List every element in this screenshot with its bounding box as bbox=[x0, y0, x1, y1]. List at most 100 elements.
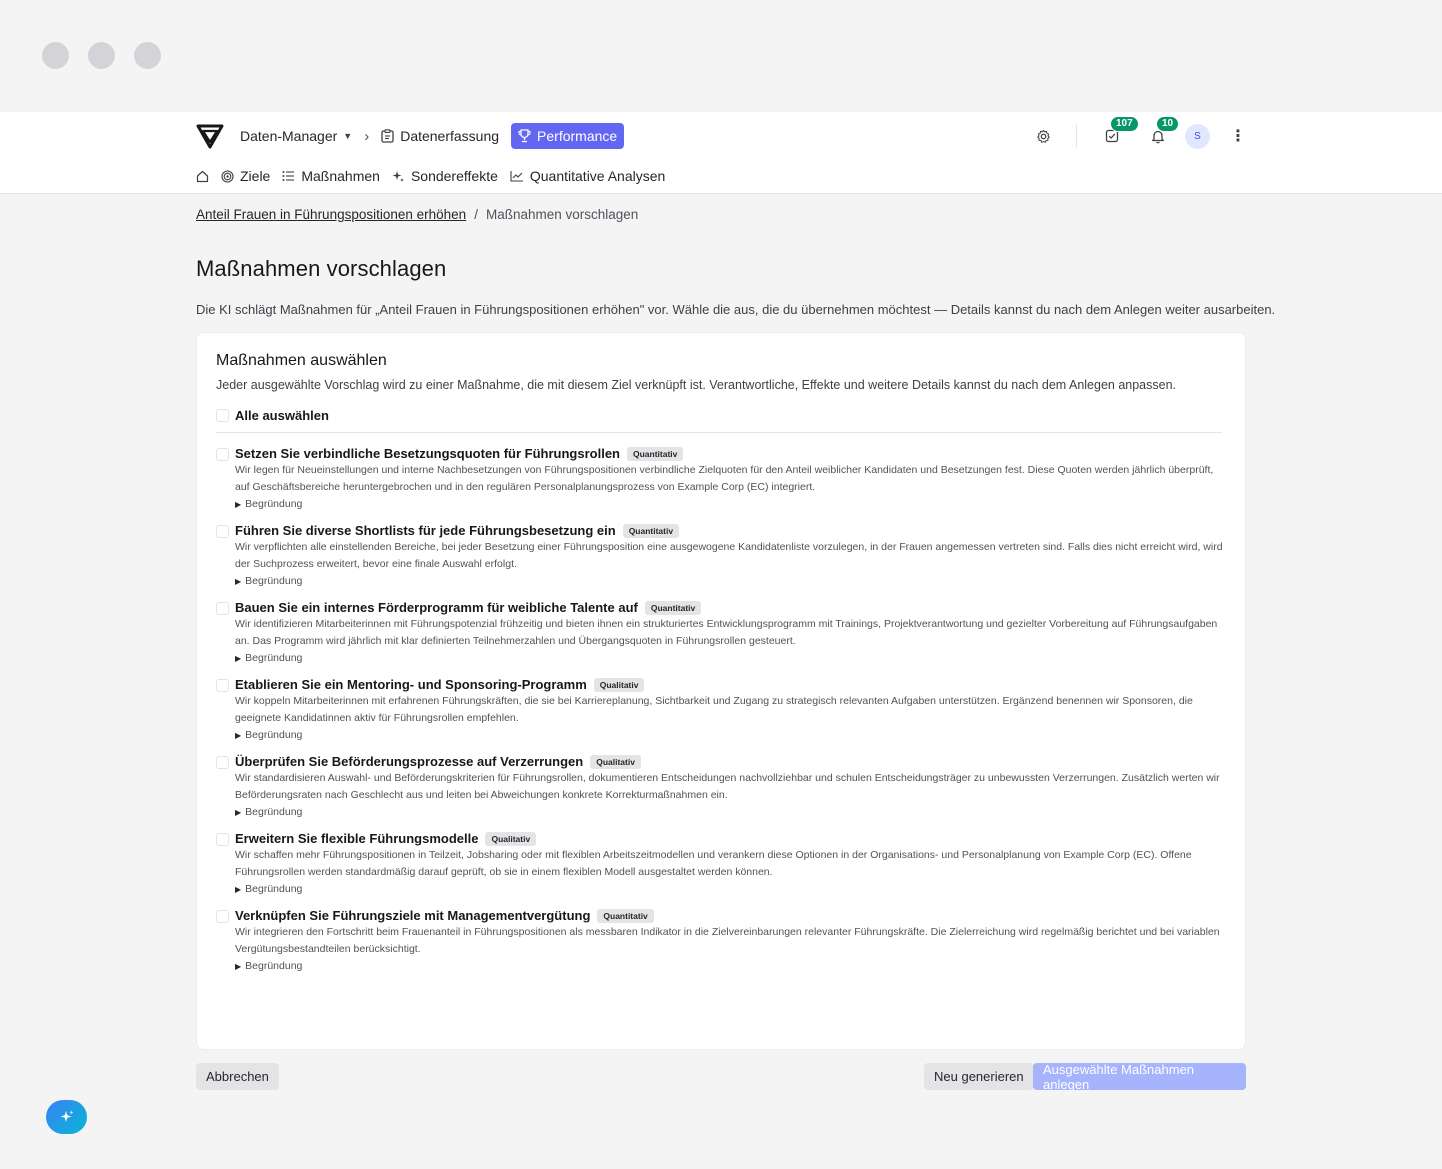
app-logo-icon[interactable] bbox=[196, 123, 224, 149]
list-item: Setzen Sie verbindliche Besetzungsquoten… bbox=[216, 446, 1226, 510]
measure-title: Erweitern Sie flexible Führungsmodelle bbox=[235, 831, 479, 846]
nav-item-massnahmen[interactable]: Maßnahmen bbox=[282, 168, 380, 184]
measure-description: Wir standardisieren Auswahl- und Beförde… bbox=[235, 772, 1220, 801]
window-dot[interactable] bbox=[42, 42, 69, 69]
select-all-row[interactable]: Alle auswählen bbox=[216, 408, 1222, 433]
top-navigation: Daten-Manager ▼ › Datenerfassung Perform… bbox=[0, 112, 1442, 194]
measure-type-badge: Qualitativ bbox=[485, 831, 537, 846]
card-title: Maßnahmen auswählen bbox=[216, 352, 387, 369]
chevron-right-icon: › bbox=[364, 127, 370, 145]
window-controls bbox=[42, 42, 161, 69]
nav-item-sondereffekte[interactable]: Sondereffekte bbox=[392, 168, 498, 184]
measure-checkbox[interactable] bbox=[216, 833, 229, 846]
data-manager-label: Daten-Manager bbox=[240, 128, 338, 144]
regenerate-button[interactable]: Neu generieren bbox=[924, 1063, 1034, 1090]
measure-checkbox[interactable] bbox=[216, 525, 229, 538]
datenerfassung-link[interactable]: Datenerfassung bbox=[381, 128, 499, 144]
performance-tab[interactable]: Performance bbox=[511, 123, 625, 149]
reason-toggle[interactable]: ▶ Begründung bbox=[235, 806, 1226, 818]
reason-label: Begründung bbox=[245, 883, 303, 895]
reason-toggle[interactable]: ▶ Begründung bbox=[235, 960, 1226, 972]
list-item: Etablieren Sie ein Mentoring- und Sponso… bbox=[216, 677, 1226, 741]
measure-checkbox[interactable] bbox=[216, 602, 229, 615]
reason-label: Begründung bbox=[245, 806, 303, 818]
list-icon bbox=[282, 171, 295, 181]
triangle-right-icon: ▶ bbox=[235, 961, 242, 971]
nav-item-label: Quantitative Analysen bbox=[529, 168, 666, 184]
trophy-icon bbox=[518, 129, 531, 143]
reason-label: Begründung bbox=[245, 498, 303, 510]
avatar[interactable]: S bbox=[1185, 123, 1210, 149]
nav-item-quantitative-analysen[interactable]: Quantitative Analysen bbox=[510, 168, 665, 184]
tasks-count-badge: 107 bbox=[1110, 116, 1139, 132]
measure-title: Setzen Sie verbindliche Besetzungsquoten… bbox=[235, 446, 620, 461]
triangle-right-icon: ▶ bbox=[235, 807, 242, 817]
measure-description: Wir legen für Neueinstellungen und inter… bbox=[235, 464, 1214, 493]
reason-toggle[interactable]: ▶ Begründung bbox=[235, 883, 1226, 895]
reason-toggle[interactable]: ▶ Begründung bbox=[235, 498, 1226, 510]
home-icon[interactable] bbox=[196, 170, 209, 183]
line-chart-icon bbox=[510, 171, 523, 182]
measure-type-badge: Qualitativ bbox=[593, 677, 645, 692]
triangle-right-icon: ▶ bbox=[235, 730, 242, 740]
nav-item-label: Sondereffekte bbox=[410, 168, 498, 184]
performance-label: Performance bbox=[537, 128, 618, 144]
measure-checkbox[interactable] bbox=[216, 756, 229, 769]
breadcrumb-current: Maßnahmen vorschlagen bbox=[485, 207, 639, 222]
data-manager-dropdown[interactable]: Daten-Manager ▼ bbox=[240, 128, 352, 144]
list-item: Erweitern Sie flexible Führungsmodelle Q… bbox=[216, 831, 1226, 895]
measure-description: Wir koppeln Mitarbeiterinnen mit erfahre… bbox=[235, 695, 1193, 724]
more-vertical-icon[interactable]: ⋮ bbox=[1230, 126, 1246, 146]
measure-type-badge: Qualitativ bbox=[590, 754, 641, 769]
secondary-navigation: Ziele Maßnahmen Sondereffekte Quantitati… bbox=[196, 166, 677, 186]
measures-list: Setzen Sie verbindliche Besetzungsquoten… bbox=[216, 446, 1226, 972]
reason-label: Begründung bbox=[245, 729, 303, 741]
measure-description: Wir integrieren den Fortschritt beim Fra… bbox=[235, 926, 1220, 955]
cancel-button[interactable]: Abbrechen bbox=[196, 1063, 279, 1090]
reason-label: Begründung bbox=[245, 960, 303, 972]
list-item: Führen Sie diverse Shortlists für jede F… bbox=[216, 523, 1226, 587]
notifications-button[interactable]: 10 bbox=[1147, 116, 1180, 147]
window-dot[interactable] bbox=[88, 42, 115, 69]
measure-title: Bauen Sie ein internes Förderprogramm fü… bbox=[235, 600, 638, 615]
ai-assistant-button[interactable] bbox=[46, 1100, 87, 1134]
measure-title: Etablieren Sie ein Mentoring- und Sponso… bbox=[235, 677, 587, 692]
measure-checkbox[interactable] bbox=[216, 448, 229, 461]
measure-type-badge: Quantitativ bbox=[622, 523, 680, 538]
measure-description: Wir identifizieren Mitarbeiterinnen mit … bbox=[235, 618, 1218, 647]
notifications-count-badge: 10 bbox=[1156, 116, 1180, 132]
sparkles-icon bbox=[60, 1110, 73, 1122]
measure-type-badge: Quantitativ bbox=[597, 908, 654, 923]
target-icon bbox=[221, 169, 234, 183]
settings-button[interactable] bbox=[1032, 125, 1054, 147]
gear-icon bbox=[1036, 129, 1050, 143]
reason-toggle[interactable]: ▶ Begründung bbox=[235, 575, 1226, 587]
create-measures-button[interactable]: Ausgewählte Maßnahmen anlegen bbox=[1033, 1062, 1246, 1092]
reason-toggle[interactable]: ▶ Begründung bbox=[235, 652, 1226, 664]
reason-toggle[interactable]: ▶ Begründung bbox=[235, 729, 1226, 741]
breadcrumb: Anteil Frauen in Führungspositionen erhö… bbox=[196, 207, 638, 222]
measure-checkbox[interactable] bbox=[216, 910, 229, 923]
card-subtitle: Jeder ausgewählte Vorschlag wird zu eine… bbox=[216, 378, 1177, 392]
avatar-initial: S bbox=[1194, 130, 1201, 142]
nav-item-ziele[interactable]: Ziele bbox=[221, 168, 270, 184]
caret-down-icon: ▼ bbox=[343, 131, 353, 141]
triangle-right-icon: ▶ bbox=[235, 499, 242, 509]
window-dot[interactable] bbox=[134, 42, 161, 69]
clipboard-icon bbox=[381, 129, 394, 143]
list-item: Überprüfen Sie Beförderungsprozesse auf … bbox=[216, 754, 1226, 818]
breadcrumb-parent-link[interactable]: Anteil Frauen in Führungspositionen erhö… bbox=[196, 207, 466, 222]
reason-label: Begründung bbox=[245, 575, 303, 587]
measure-description: Wir verpflichten alle einstellenden Bere… bbox=[235, 541, 1223, 570]
select-all-label: Alle auswählen bbox=[235, 408, 329, 423]
tasks-button[interactable]: 107 bbox=[1101, 116, 1139, 147]
triangle-right-icon: ▶ bbox=[235, 884, 242, 894]
list-item: Bauen Sie ein internes Förderprogramm fü… bbox=[216, 600, 1226, 664]
measure-title: Führen Sie diverse Shortlists für jede F… bbox=[235, 523, 616, 538]
measure-checkbox[interactable] bbox=[216, 679, 229, 692]
select-all-checkbox[interactable] bbox=[216, 409, 229, 422]
nav-item-label: Ziele bbox=[240, 168, 271, 184]
measures-card: Maßnahmen auswählen Jeder ausgewählte Vo… bbox=[196, 332, 1246, 1050]
triangle-right-icon: ▶ bbox=[235, 653, 242, 663]
measure-description: Wir schaffen mehr Führungspositionen in … bbox=[235, 849, 1192, 878]
